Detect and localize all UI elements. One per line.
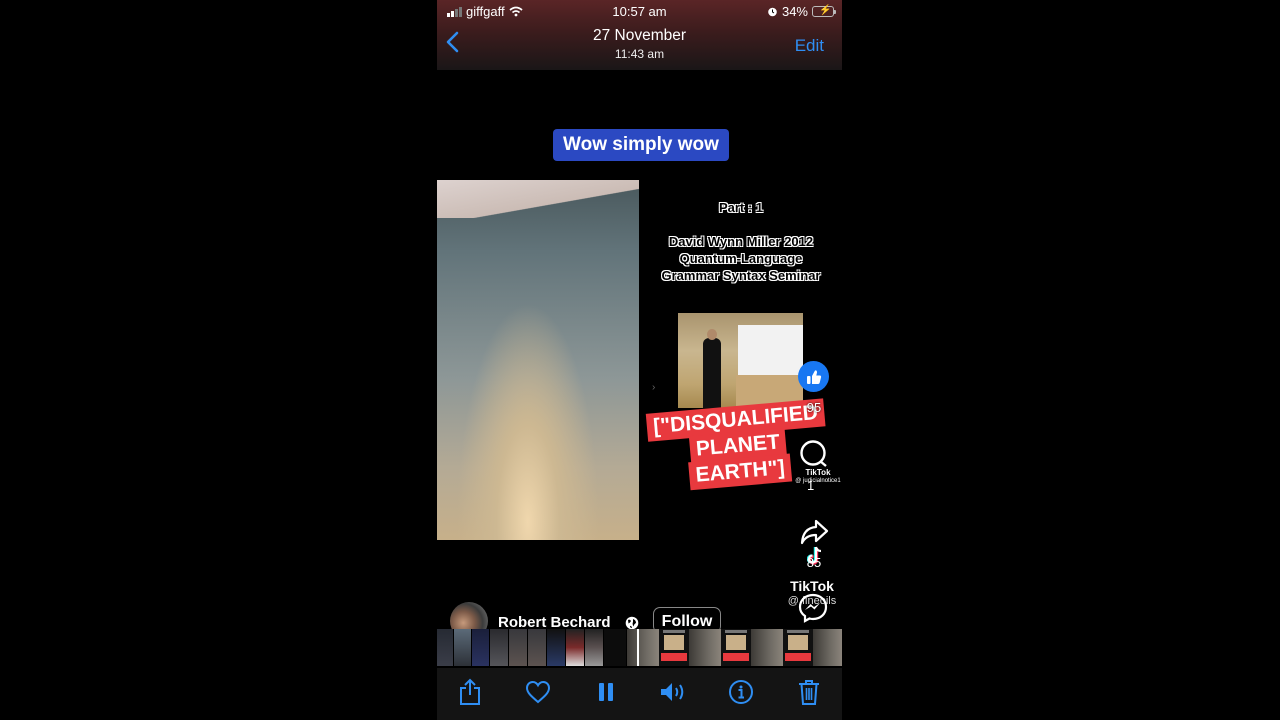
battery-percent: 34%	[781, 4, 808, 19]
messenger-icon[interactable]	[797, 592, 829, 624]
scrubber-frame	[528, 629, 547, 666]
info-icon	[729, 680, 754, 704]
scrubber-frame	[585, 629, 604, 666]
scrubber-frame	[547, 629, 566, 666]
seminar-title-line: David Wynn Miller 2012	[668, 234, 814, 249]
comment-icon[interactable]	[799, 439, 829, 469]
scrubber-frame	[437, 629, 454, 666]
share-button[interactable]	[454, 676, 486, 708]
scrubber-frame	[604, 629, 627, 666]
thumbs-up-icon	[806, 369, 821, 384]
battery-status: 34% ⚡	[767, 4, 836, 19]
pause-button[interactable]	[590, 676, 622, 708]
share-count: 85	[806, 555, 822, 570]
tiktok-small-handle: @ judicialnotice1	[795, 478, 841, 484]
scrubber-frame	[689, 629, 721, 666]
chevron-right-icon: ›	[652, 382, 656, 393]
scrubber-frame	[813, 629, 842, 666]
seminar-title-line: Quantum-Language	[679, 251, 803, 266]
like-count: 95	[806, 400, 822, 415]
trash-icon	[798, 680, 819, 705]
seminar-title: David Wynn Miller 2012 Quantum-Language …	[640, 233, 842, 284]
heart-icon	[525, 680, 550, 704]
part-label: Part : 1	[718, 200, 764, 215]
ceiling-strip	[437, 180, 639, 218]
delete-button[interactable]	[793, 676, 825, 708]
bottom-toolbar	[437, 668, 842, 720]
playhead[interactable]	[637, 629, 639, 666]
date-title: 27 November	[592, 27, 687, 44]
comment-count: 1	[807, 478, 815, 493]
scrubber-frame	[659, 629, 689, 666]
edit-button[interactable]: Edit	[795, 36, 824, 56]
pause-icon	[598, 683, 613, 701]
like-button[interactable]	[798, 361, 829, 392]
scrubber-frame	[721, 629, 751, 666]
globe-icon	[625, 616, 639, 630]
scrubber-frame	[490, 629, 509, 666]
video-caption: Wow simply wow	[553, 129, 729, 161]
share-arrow-icon[interactable]	[798, 518, 830, 546]
video-scrubber[interactable]	[437, 629, 842, 666]
seminar-video-thumbnail	[678, 313, 803, 408]
scrubber-frame	[783, 629, 813, 666]
photo-viewer: giffgaff 10:57 am 34% ⚡ 27 November 11:4…	[437, 0, 842, 720]
charging-bolt-icon: ⚡	[819, 5, 832, 16]
scrubber-frame	[472, 629, 490, 666]
tiktok-small-brand: TikTok	[805, 468, 831, 477]
scrubber-frame	[454, 629, 472, 666]
volume-button[interactable]	[657, 676, 689, 708]
top-bar: giffgaff 10:57 am 34% ⚡ 27 November 11:4…	[437, 0, 842, 70]
video-frame-left	[437, 180, 639, 540]
speaker-head	[707, 329, 717, 340]
scrubber-frame	[751, 629, 783, 666]
time-subtitle: 11:43 am	[614, 47, 665, 61]
speaker-figure	[703, 338, 721, 408]
info-button[interactable]	[725, 676, 757, 708]
tiktok-watermark-small: TikTok @ judicialnotice1	[794, 468, 842, 486]
scrubber-frame	[566, 629, 585, 666]
battery-icon: ⚡	[812, 5, 836, 17]
seminar-title-line: Grammar Syntax Seminar	[661, 268, 821, 283]
favorite-button[interactable]	[522, 676, 554, 708]
share-icon	[460, 678, 480, 705]
alarm-icon	[768, 7, 777, 17]
scrubber-frame	[627, 629, 659, 666]
whiteboard	[738, 325, 803, 375]
scrubber-frame	[509, 629, 528, 666]
speaker-icon	[661, 683, 684, 701]
